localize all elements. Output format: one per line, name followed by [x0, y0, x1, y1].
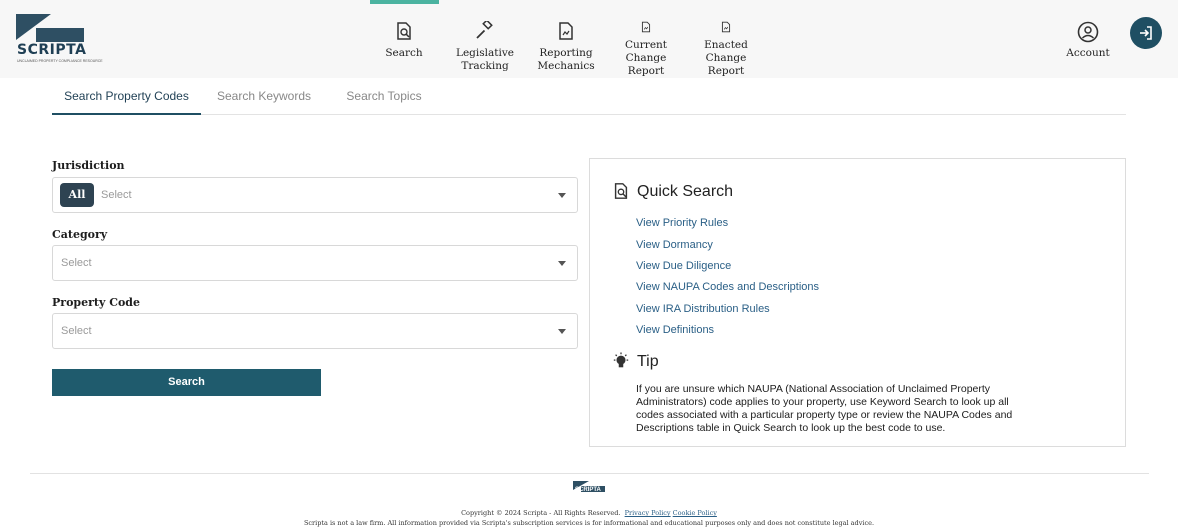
link-dormancy[interactable]: View Dormancy: [636, 239, 713, 251]
document-icon: [721, 21, 731, 33]
account-button[interactable]: Account: [1058, 0, 1118, 78]
link-ira-distribution-rules[interactable]: View IRA Distribution Rules: [636, 303, 770, 315]
top-navigation-bar: SCRIPTA UNCLAIMED PROPERTY COMPLIANCE RE…: [0, 0, 1178, 78]
jurisdiction-select[interactable]: All Select: [52, 177, 578, 213]
logo-banner-icon: [16, 14, 84, 42]
nav-reporting-label: Reporting Mechanics: [537, 47, 595, 72]
footer-copyright: Copyright © 2024 Scripta - All Rights Re…: [0, 509, 1178, 517]
search-document-icon: [614, 183, 628, 199]
search-tabs: Search Property Codes Search Keywords Se…: [52, 78, 1126, 115]
link-definitions[interactable]: View Definitions: [636, 324, 714, 336]
nav-search-label: Search: [385, 47, 423, 59]
property-code-label: Property Code: [52, 296, 140, 309]
cookie-policy-link[interactable]: Cookie Policy: [673, 509, 717, 517]
tab-search-property-codes[interactable]: Search Property Codes: [52, 78, 201, 115]
nav-current-change-label: Current Change Report: [624, 39, 668, 77]
all-jurisdictions-chip[interactable]: All: [60, 183, 94, 207]
chevron-down-icon[interactable]: [558, 261, 566, 266]
gavel-icon: [476, 21, 493, 39]
nav-search[interactable]: Search: [380, 0, 428, 78]
search-button[interactable]: Search: [52, 369, 321, 396]
footer-disclaimer: Scripta is not a law firm. All informati…: [303, 519, 875, 527]
privacy-policy-link[interactable]: Privacy Policy: [625, 509, 671, 517]
footer-logo[interactable]: SCRIPTA: [573, 481, 605, 500]
logo-tagline: UNCLAIMED PROPERTY COMPLIANCE RESOURCE: [17, 59, 103, 63]
category-placeholder: Select: [61, 257, 92, 269]
chevron-down-icon[interactable]: [558, 193, 566, 198]
account-label: Account: [1066, 47, 1110, 59]
user-circle-icon: [1077, 21, 1099, 43]
nav-legislative-label: Legislative Tracking: [456, 47, 514, 72]
jurisdiction-label: Jurisdiction: [52, 159, 125, 172]
nav-reporting-mechanics[interactable]: Reporting Mechanics: [535, 0, 597, 78]
logout-button[interactable]: [1130, 17, 1162, 49]
search-document-icon: [397, 22, 411, 40]
document-icon: [559, 22, 573, 40]
category-select[interactable]: Select: [52, 245, 578, 281]
quick-search-title: Quick Search: [637, 183, 734, 200]
link-due-diligence[interactable]: View Due Diligence: [636, 260, 731, 272]
property-code-select[interactable]: Select: [52, 313, 578, 349]
chevron-down-icon[interactable]: [558, 329, 566, 334]
jurisdiction-placeholder: Select: [101, 189, 132, 201]
link-priority-rules[interactable]: View Priority Rules: [636, 217, 728, 229]
logout-icon: [1140, 26, 1152, 40]
nav-enacted-change-report[interactable]: Enacted Change Report: [690, 0, 762, 78]
tip-title: Tip: [637, 353, 659, 370]
document-icon: [641, 21, 651, 33]
property-code-placeholder: Select: [61, 325, 92, 337]
nav-legislative-tracking[interactable]: Legislative Tracking: [452, 0, 518, 78]
link-naupa-codes[interactable]: View NAUPA Codes and Descriptions: [636, 281, 819, 293]
lightbulb-icon: [613, 352, 629, 368]
nav-enacted-change-label: Enacted Change Report: [704, 39, 748, 77]
footer-divider: [30, 473, 1149, 474]
category-label: Category: [52, 228, 108, 241]
scripta-logo[interactable]: SCRIPTA UNCLAIMED PROPERTY COMPLIANCE RE…: [16, 14, 103, 64]
tip-text: If you are unsure which NAUPA (National …: [636, 383, 1013, 434]
quick-search-panel: Quick Search View Priority Rules View Do…: [589, 158, 1126, 447]
tab-search-topics[interactable]: Search Topics: [342, 78, 426, 115]
nav-current-change-report[interactable]: Current Change Report: [610, 0, 682, 78]
footer-logo-text: SCRIPTA: [575, 487, 601, 493]
logo-wordmark: SCRIPTA: [17, 42, 87, 58]
tab-search-keywords[interactable]: Search Keywords: [212, 78, 316, 115]
copyright-text: Copyright © 2024 Scripta - All Rights Re…: [461, 509, 621, 517]
